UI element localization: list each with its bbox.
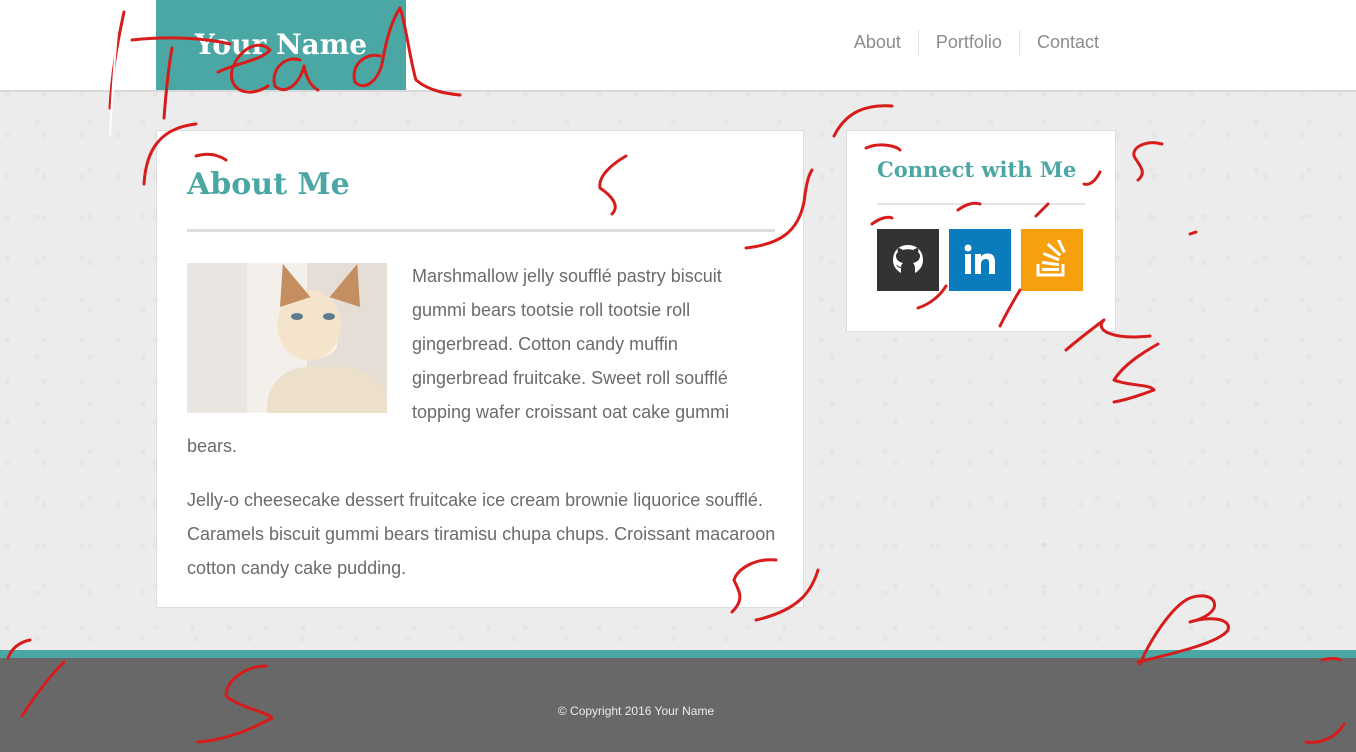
cat-photo xyxy=(187,259,387,413)
connect-card: Connect with Me xyxy=(846,130,1116,332)
linkedin-icon[interactable] xyxy=(949,229,1011,291)
about-title: About Me xyxy=(187,167,350,202)
main-nav: About Portfolio Contact xyxy=(837,30,1116,55)
stackoverflow-icon[interactable] xyxy=(1021,229,1083,291)
site-footer: © Copyright 2016 Your Name xyxy=(0,650,1356,752)
copyright-text: © Copyright 2016 Your Name xyxy=(557,704,715,718)
connect-divider xyxy=(877,203,1085,205)
nav-portfolio[interactable]: Portfolio xyxy=(917,30,1019,55)
about-card: About Me Marshmallow jelly soufflé pastr… xyxy=(156,130,804,608)
nav-about[interactable]: About xyxy=(837,30,918,55)
about-divider xyxy=(187,229,775,232)
site-logo[interactable]: Your Name xyxy=(156,0,406,90)
nav-contact[interactable]: Contact xyxy=(1018,30,1116,55)
about-body: Marshmallow jelly soufflé pastry biscuit… xyxy=(187,259,777,605)
site-header: Your Name About Portfolio Contact xyxy=(0,0,1356,92)
connect-title: Connect with Me xyxy=(877,157,1077,182)
github-icon[interactable] xyxy=(877,229,939,291)
about-paragraph-2: Jelly-o cheesecake dessert fruitcake ice… xyxy=(187,490,776,578)
